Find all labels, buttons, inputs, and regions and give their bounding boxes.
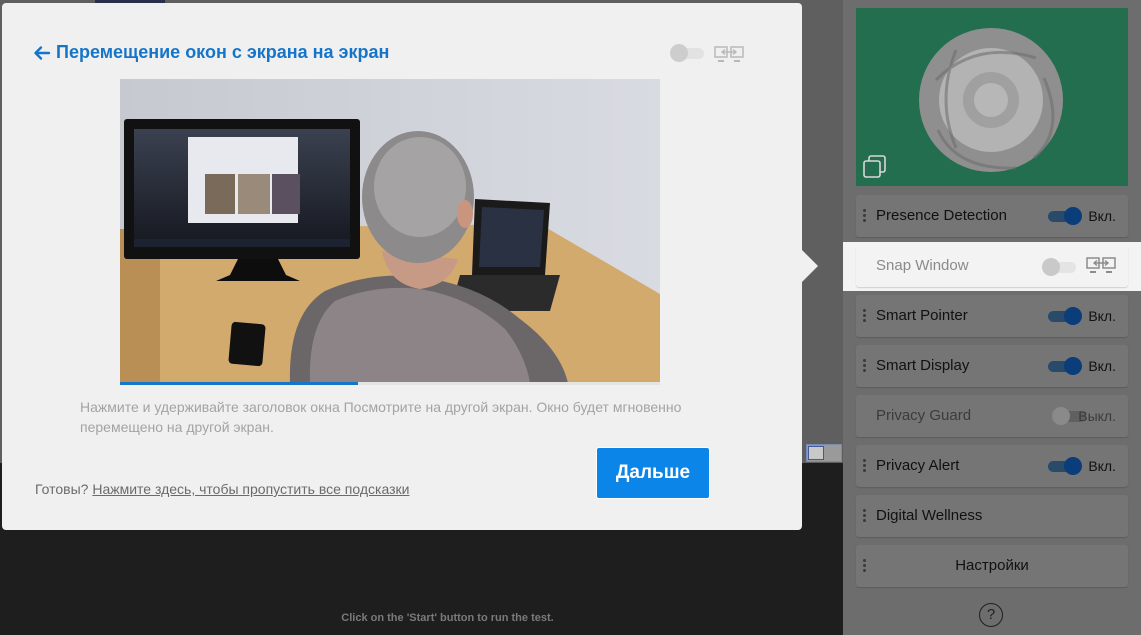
feature-row-digital-wellness[interactable]: Digital Wellness (856, 495, 1128, 537)
video-progress-bar[interactable] (120, 382, 660, 385)
feature-toggle[interactable] (1042, 258, 1078, 276)
settings-label: Настройки (955, 557, 1029, 574)
app-logo-card (856, 8, 1128, 186)
tutorial-description: Нажмите и удерживайте заголовок окна Пос… (80, 399, 682, 435)
drag-handle-icon[interactable] (863, 359, 866, 373)
dialog-header: Перемещение окон с экрана на экран (32, 42, 389, 63)
background-hint: Click on the 'Start' button to run the t… (341, 612, 554, 624)
dialog-title: Перемещение окон с экрана на экран (56, 42, 390, 62)
app-logo-icon (919, 28, 1063, 172)
list-view-icon (808, 446, 824, 460)
feature-row-snap-window[interactable]: Snap Window (856, 245, 1128, 287)
feature-row-smart-pointer[interactable]: Smart Pointer Вкл. (856, 295, 1128, 337)
feature-toggle[interactable] (1046, 357, 1082, 375)
snap-window-toggle[interactable] (670, 44, 706, 62)
drag-handle-icon[interactable] (863, 209, 866, 223)
drag-handle-icon[interactable] (863, 459, 866, 473)
drag-handle-icon[interactable] (863, 509, 866, 523)
skip-tips-link[interactable]: Нажмите здесь, чтобы пропустить все подс… (92, 481, 409, 497)
feature-toggle[interactable] (1046, 457, 1082, 475)
drag-handle-icon[interactable] (863, 309, 866, 323)
feature-state: Вкл. (1088, 458, 1116, 474)
video-progress-fill (120, 382, 358, 385)
skip-tips-line: Готовы? Нажмите здесь, чтобы пропустить … (35, 481, 409, 497)
settings-button[interactable]: Настройки (856, 545, 1128, 587)
dialog-pointer (802, 250, 818, 282)
feature-label: Smart Display (876, 357, 970, 374)
help-icon[interactable]: ? (979, 603, 1003, 627)
feature-row-privacy-alert[interactable]: Privacy Alert Вкл. (856, 445, 1128, 487)
feature-label: Privacy Alert (876, 457, 960, 474)
view-toggle-buttons (806, 444, 842, 462)
feature-row-smart-display[interactable]: Smart Display Вкл. (856, 345, 1128, 387)
feature-state: Вкл. (1088, 208, 1116, 224)
feature-toggle[interactable] (1046, 207, 1082, 225)
feature-row-presence-detection[interactable]: Presence Detection Вкл. (856, 195, 1128, 237)
feature-state: Вкл. (1088, 308, 1116, 324)
feature-state: Выкл. (1078, 408, 1116, 424)
back-arrow-icon[interactable] (32, 43, 52, 63)
next-button[interactable]: Дальше (596, 447, 710, 499)
ready-label: Готовы? (35, 481, 89, 497)
tutorial-dialog: Перемещение окон с экрана на экран Нажми… (2, 3, 802, 530)
feature-label: Presence Detection (876, 207, 1007, 224)
tutorial-video[interactable] (120, 79, 660, 383)
feature-row-privacy-guard[interactable]: Privacy Guard Выкл. (856, 395, 1128, 437)
dual-monitor-icon (714, 46, 744, 62)
feature-label: Smart Pointer (876, 307, 968, 324)
feature-state: Вкл. (1088, 358, 1116, 374)
feature-label: Digital Wellness (876, 507, 983, 524)
feature-toggle[interactable] (1046, 307, 1082, 325)
feature-label: Snap Window (876, 257, 969, 274)
dual-monitor-icon (1086, 257, 1116, 273)
feature-label: Privacy Guard (876, 407, 972, 424)
copy-icon[interactable] (862, 154, 888, 180)
